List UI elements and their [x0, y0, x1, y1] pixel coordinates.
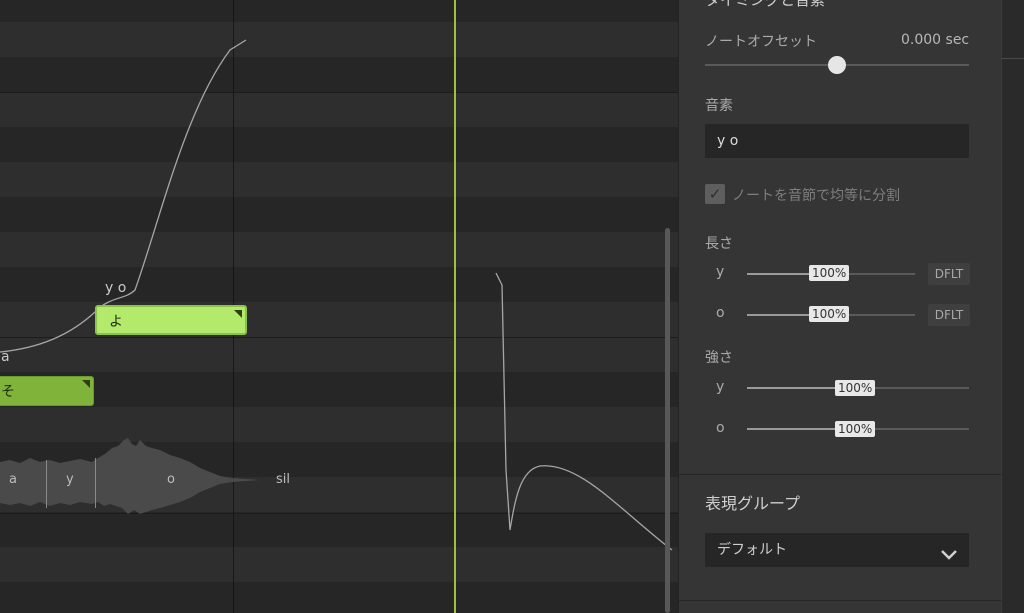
- note-lyric: そ: [1, 384, 15, 400]
- phoneme-boundary[interactable]: [46, 460, 47, 508]
- note[interactable]: そ: [0, 376, 94, 406]
- chevron-down-icon: [939, 542, 959, 576]
- note-offset-value: 0.000 sec: [901, 32, 970, 48]
- note-phonemes-label: y o: [105, 280, 127, 296]
- vertical-scrollbar[interactable]: [665, 228, 670, 613]
- strength-phoneme-label: y: [716, 379, 725, 395]
- length-default-button[interactable]: DFLT: [928, 263, 970, 285]
- note-selected[interactable]: よ: [95, 305, 247, 335]
- split-evenly-label: ノートを音節で均等に分割: [732, 188, 900, 204]
- waveform-phoneme: o: [167, 472, 175, 487]
- phoneme-label: 音素: [705, 98, 733, 114]
- panel-side-strip: [1001, 0, 1024, 613]
- waveform-phoneme: a: [9, 472, 17, 487]
- note-lyric: よ: [109, 314, 123, 330]
- split-evenly-checkbox[interactable]: ✓: [705, 184, 725, 204]
- note-offset-slider-handle[interactable]: [828, 56, 846, 74]
- phoneme-boundary[interactable]: [95, 458, 96, 508]
- playhead[interactable]: [454, 0, 456, 613]
- length-phoneme-label: o: [716, 305, 725, 321]
- note-phonemes-label: a: [1, 349, 10, 365]
- phoneme-input[interactable]: [705, 124, 969, 158]
- check-icon: ✓: [708, 185, 722, 203]
- note-offset-label: ノートオフセット: [705, 34, 817, 50]
- length-default-button[interactable]: DFLT: [928, 304, 970, 326]
- length-label: 長さ: [705, 236, 733, 252]
- waveform: [0, 438, 260, 514]
- expression-group-select[interactable]: デフォルト: [705, 533, 969, 567]
- length-percent[interactable]: 100%: [809, 306, 850, 322]
- note-corner-icon: [82, 380, 90, 388]
- length-phoneme-label: y: [716, 264, 725, 280]
- section-title: タイミングと音素: [705, 0, 826, 9]
- note-corner-icon: [234, 310, 242, 318]
- strength-percent[interactable]: 100%: [835, 380, 876, 396]
- length-percent[interactable]: 100%: [809, 265, 850, 281]
- section-divider: [678, 474, 1001, 475]
- strength-label: 強さ: [705, 350, 733, 366]
- strength-phoneme-label: o: [716, 420, 725, 436]
- strength-percent[interactable]: 100%: [835, 421, 876, 437]
- pitch-curve: [495, 272, 673, 551]
- section-divider: [678, 600, 1001, 601]
- waveform-phoneme: sil: [276, 472, 290, 487]
- expression-group-value: デフォルト: [717, 542, 787, 558]
- expression-group-title: 表現グループ: [705, 494, 801, 513]
- piano-roll[interactable]: a y o sil a y o そ よ: [0, 0, 678, 613]
- waveform-phoneme: y: [66, 472, 74, 487]
